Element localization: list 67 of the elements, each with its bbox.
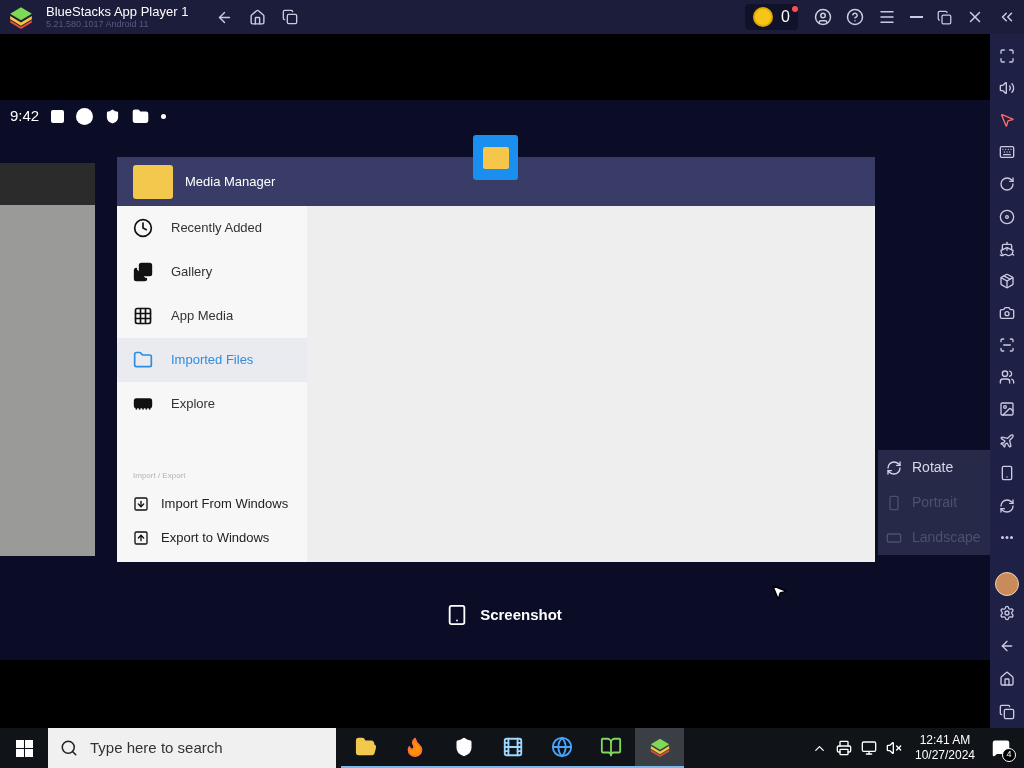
airplane-icon: [999, 433, 1015, 450]
record-icon: [999, 337, 1015, 354]
portrait-icon: [886, 494, 902, 511]
more-icon: [1001, 536, 1013, 540]
download-icon: [133, 496, 149, 512]
screenshot-label: Screenshot: [480, 605, 562, 625]
network-icon: [861, 740, 877, 756]
recents-button[interactable]: [282, 9, 299, 25]
pointer-icon: [999, 112, 1015, 129]
recents-icon: [999, 703, 1015, 720]
search-field[interactable]: Type here to search: [90, 736, 310, 760]
restore-button[interactable]: [937, 9, 952, 25]
coins-button[interactable]: 0: [745, 4, 798, 30]
volume-icon: [999, 80, 1015, 97]
shield-icon: [105, 108, 121, 124]
notifications-button[interactable]: 4: [978, 728, 1024, 768]
keyboard-icon: [999, 144, 1015, 161]
replay-icon: [999, 176, 1015, 193]
clock-date: 10/27/2024: [914, 748, 976, 763]
mouse-cursor-icon: [770, 583, 788, 601]
minimize-icon: [910, 16, 923, 18]
fullscreen-icon: [999, 48, 1015, 65]
nav-item[interactable]: Gallery: [117, 250, 307, 294]
help-button[interactable]: [846, 8, 864, 26]
home-icon: [999, 670, 1015, 687]
avatar[interactable]: [995, 571, 1019, 596]
menu-button[interactable]: [878, 8, 896, 26]
rotate-menu-item[interactable]: Rotate: [878, 450, 990, 485]
apk-icon: [999, 272, 1015, 289]
nav-item[interactable]: Explore: [117, 382, 307, 426]
rotate-icon: [886, 459, 902, 476]
settings-icon: [999, 604, 1015, 621]
volume-muted-icon: [886, 740, 902, 756]
status-time: 9:42: [10, 105, 40, 126]
people-icon: [999, 369, 1015, 386]
search-icon: [60, 739, 78, 757]
home-button[interactable]: [249, 8, 267, 26]
version-label: 5.21.580.1017 Android 11: [46, 20, 150, 29]
rotate-icon: [999, 497, 1015, 514]
coin-icon: [753, 7, 774, 27]
account-button[interactable]: [814, 8, 832, 26]
ship-icon: [999, 240, 1015, 257]
film-icon: [501, 736, 524, 758]
search-bar[interactable]: Type here to search: [48, 728, 336, 768]
import-export-item[interactable]: Export to Windows: [117, 528, 307, 548]
layers-logo-icon: [648, 736, 671, 758]
window-title: BlueStacks App Player 1: [46, 5, 189, 18]
import-export-item[interactable]: Import From Windows: [117, 494, 307, 514]
printer-icon: [836, 740, 852, 756]
grid-icon: [133, 306, 153, 326]
clock-time: 12:41 AM: [919, 733, 971, 748]
window-title: Media Manager: [185, 172, 276, 191]
windows-logo-icon: [15, 739, 33, 757]
upload-icon: [133, 530, 149, 546]
taskbar-app-button[interactable]: [635, 728, 684, 768]
gallery-icon: [133, 262, 153, 282]
phone-icon: [999, 465, 1015, 482]
notification-count: 4: [1002, 748, 1016, 762]
disc-icon: [999, 208, 1015, 225]
book-icon: [599, 736, 622, 758]
section-label: Import / Export: [133, 470, 187, 482]
image-icon: [999, 401, 1015, 418]
nav-item[interactable]: Recently Added: [117, 206, 307, 250]
globe-icon: [550, 736, 573, 758]
clock-icon: [133, 218, 153, 238]
camera-icon: [999, 304, 1015, 321]
nav-item[interactable]: App Media: [117, 294, 307, 338]
